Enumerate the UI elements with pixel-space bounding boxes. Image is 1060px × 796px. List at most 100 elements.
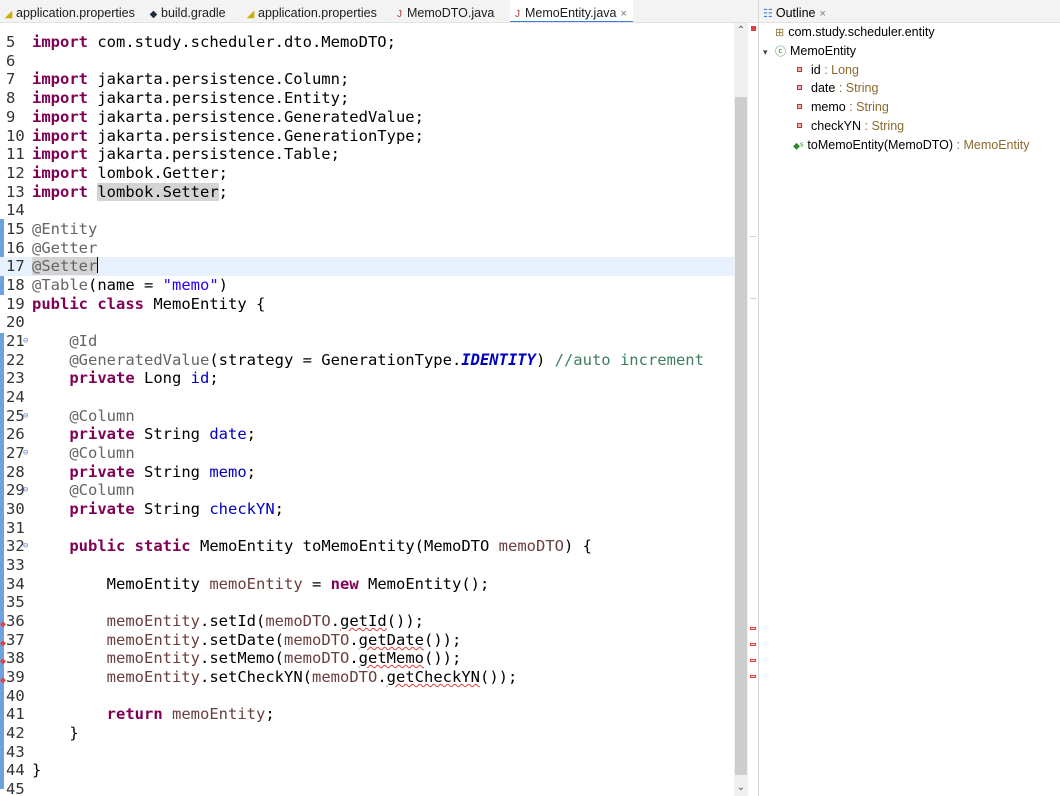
ruler-error-mark[interactable] [750,675,756,678]
fold-toggle-icon[interactable]: ⊖ [23,332,28,351]
line-number: 19 [6,295,25,313]
code-line: 34 MemoEntity memoEntity = new MemoEntit… [6,575,490,593]
code-line: 5 import com.study.scheduler.dto.MemoDTO; [6,33,396,51]
close-icon[interactable]: × [819,8,825,20]
scroll-up-icon[interactable]: ⌃ [734,23,748,39]
line-number: 20 [6,313,25,331]
vertical-scrollbar[interactable]: ⌃ ⌄ [734,23,748,796]
line-number: 6 [6,52,16,70]
ruler-error-mark[interactable] [750,643,756,646]
line-number: 43 [6,743,25,761]
code-line: 11 import jakarta.persistence.Table; [6,145,340,163]
fold-toggle-icon[interactable]: ⊖ [23,444,28,463]
properties-file-icon: ◢ [246,9,255,20]
code-line: 25 ⊖ @Column [6,407,135,426]
outline-method-item[interactable]: ⬥ˢ toMemoEntity(MemoDTO) : MemoEntity [793,136,1029,155]
code-line: 7 import jakarta.persistence.Column; [6,70,350,88]
code-line: 6 [0,52,734,71]
code-line: 24 [0,388,734,407]
line-number: 35 [6,593,25,611]
outline-field-item[interactable]: id : Long [797,61,859,80]
line-number: 12 [6,164,25,182]
overview-ruler[interactable] [748,23,758,796]
code-line: ◆ 36 memoEntity.setId(memoDTO.getId()); [0,612,734,631]
code-line: 22 @GeneratedValue(strategy = Generation… [6,351,704,369]
line-number: 22 [6,351,25,369]
line-number: 18 [6,276,25,294]
outline-field-item[interactable]: checkYN : String [797,117,904,136]
error-summary-icon[interactable] [751,26,756,31]
editor-tab-bar: ◢ application.properties ◆ build.gradle ◢ a… [0,0,758,23]
outline-icon: ☷ [763,8,773,20]
code-editor[interactable]: 5 import com.study.scheduler.dto.MemoDTO;… [0,23,734,796]
scrollbar-thumb[interactable] [735,97,747,775]
package-icon: ⊞ [775,27,785,39]
line-number: 36 [6,612,25,630]
tab-application-properties-2[interactable]: ◢ application.properties [245,0,377,22]
gradle-file-icon: ◆ [149,9,158,20]
tab-memoentity-java[interactable]: J MemoEntity.java × [510,0,633,22]
class-icon: ⓒ [775,46,786,58]
tab-outline[interactable]: ☷ Outline × [763,0,826,23]
outline-package-item[interactable]: ⊞ com.study.scheduler.entity [763,23,935,42]
code-line: 33 [0,556,734,575]
close-icon[interactable]: × [620,8,626,20]
outline-tab-bar: ☷ Outline × [759,0,1060,23]
line-number: 10 [6,127,25,145]
line-number: 16 [6,239,25,257]
line-number: 31 [6,519,25,537]
fold-toggle-icon[interactable]: ⊖ [23,537,28,556]
code-line: ◆ 39 memoEntity.setCheckYN(memoDTO.getChe… [0,668,734,687]
line-number: 38 [6,649,25,667]
scroll-down-icon[interactable]: ⌄ [734,780,748,796]
code-line: 13 import lombok.Setter; [6,183,229,201]
code-line: 41 return memoEntity; [6,705,275,723]
line-number: 11 [6,145,25,163]
line-number: 37 [6,631,25,649]
line-number: 8 [6,89,16,107]
code-line: 30 private String checkYN; [6,500,285,518]
code-line: 9 import jakarta.persistence.GeneratedVal… [6,108,424,126]
code-line: 10 import jakarta.persistence.GenerationT… [6,127,424,145]
line-number: 14 [6,201,25,219]
java-file-icon: J [515,9,520,20]
code-line: ◆ 37 memoEntity.setDate(memoDTO.getDate()… [0,631,734,650]
ruler-tick [750,298,756,299]
code-line: 42 } [6,724,79,742]
current-code-line: 17 @Setter [0,257,734,276]
line-number: 40 [6,687,25,705]
fold-toggle-icon[interactable]: ⊖ [23,481,28,500]
line-number: 42 [6,724,25,742]
ruler-error-mark[interactable] [750,659,756,662]
code-line: 14 [0,201,734,220]
line-number: 34 [6,575,25,593]
outline-field-item[interactable]: date : String [797,79,878,98]
code-line: 44} [6,761,42,779]
code-line: 26 private String date; [6,425,257,443]
code-line: 18 @Table(name = "memo") [6,276,228,294]
ruler-error-mark[interactable] [750,627,756,630]
outline-field-item[interactable]: memo : String [797,98,889,117]
line-number: 23 [6,369,25,387]
tab-build-gradle[interactable]: ◆ build.gradle [148,0,226,22]
private-field-icon [797,67,802,72]
fold-toggle-icon[interactable]: ⊖ [23,407,28,426]
text-caret [97,257,99,273]
code-line: 32 ⊖ public static MemoEntity toMemoEntit… [6,537,592,556]
tab-memodto-java[interactable]: J MemoDTO.java [394,0,494,22]
code-line: 21 ⊖ @Id [6,332,98,351]
outline-class-item[interactable]: ▾ ⓒ MemoEntity [763,42,856,61]
java-file-icon: J [397,9,402,20]
private-field-icon [797,123,802,128]
private-field-icon [797,104,802,109]
code-line: 8 import jakarta.persistence.Entity; [6,89,350,107]
static-method-icon: ⬥ˢ [793,141,804,152]
code-line: ◆ 38 memoEntity.setMemo(memoDTO.getMemo()… [0,649,734,668]
tab-application-properties-1[interactable]: ◢ application.properties [3,0,135,22]
code-line: 15 @Entity [6,220,98,238]
line-number: 41 [6,705,25,723]
line-number: 7 [6,70,16,88]
chevron-down-icon[interactable]: ▾ [763,43,775,62]
line-number: 5 [6,33,16,51]
line-number: 30 [6,500,25,518]
